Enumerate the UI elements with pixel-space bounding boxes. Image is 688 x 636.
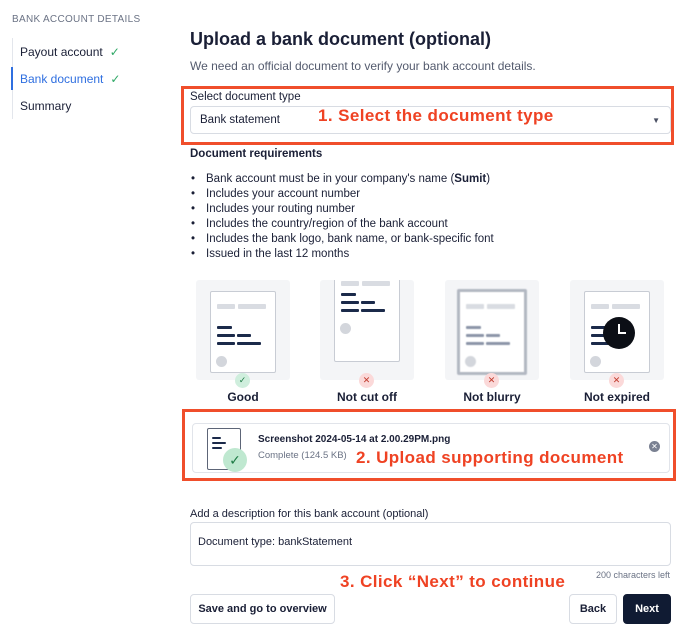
requirement-item: Includes your account number bbox=[190, 187, 494, 202]
requirement-text: Includes your account number bbox=[206, 188, 361, 200]
save-and-overview-button[interactable]: Save and go to overview bbox=[190, 594, 335, 624]
remove-file-icon[interactable]: ✕ bbox=[649, 441, 660, 452]
clock-icon bbox=[603, 317, 635, 349]
document-illustration bbox=[320, 280, 414, 380]
document-illustration bbox=[196, 280, 290, 380]
close-icon: ✕ bbox=[359, 373, 374, 388]
sidebar-item-label: Bank document bbox=[20, 71, 104, 86]
requirements-list: Bank account must be in your company's n… bbox=[190, 172, 494, 262]
example-not-cut-off: ✕ Not cut off bbox=[320, 280, 414, 404]
sidebar-nav: Payout account ✓ Bank document ✓ Summary bbox=[11, 38, 162, 119]
file-status: Complete (124.5 KB) bbox=[258, 450, 347, 461]
checkmark-icon: ✓ bbox=[109, 44, 120, 59]
annotation-step3: 3. Click “Next” to continue bbox=[340, 572, 566, 591]
annotation-step2: 2. Upload supporting document bbox=[356, 448, 624, 467]
checkmark-icon: ✓ bbox=[235, 373, 250, 388]
next-button[interactable]: Next bbox=[623, 594, 671, 624]
annotation-step1: 1. Select the document type bbox=[318, 106, 554, 125]
page-title: Upload a bank document (optional) bbox=[190, 29, 491, 49]
requirements-title: Document requirements bbox=[190, 148, 323, 160]
example-label: Not expired bbox=[583, 390, 650, 404]
sidebar-item-payout-account[interactable]: Payout account ✓ bbox=[13, 38, 162, 65]
sidebar-item-label: Payout account bbox=[20, 44, 103, 59]
file-name: Screenshot 2024-05-14 at 2.00.29PM.png bbox=[258, 434, 451, 445]
sidebar-item-label: Summary bbox=[20, 98, 72, 113]
upload-complete-icon: ✓ bbox=[223, 448, 247, 472]
requirement-item: Includes your routing number bbox=[190, 202, 494, 217]
requirement-text: Includes the country/region of the bank … bbox=[206, 218, 448, 230]
checkmark-icon: ✓ bbox=[110, 71, 121, 86]
example-not-expired: ✕ Not expired bbox=[570, 280, 664, 404]
sidebar-item-summary[interactable]: Summary bbox=[13, 92, 162, 119]
document-illustration bbox=[570, 280, 664, 380]
document-illustration bbox=[445, 280, 539, 380]
character-count: 200 characters left bbox=[595, 570, 670, 580]
requirement-item: Bank account must be in your company's n… bbox=[190, 172, 494, 187]
requirement-item: Issued in the last 12 months bbox=[190, 247, 494, 262]
example-label: Not cut off bbox=[337, 390, 397, 404]
example-good: ✓ Good bbox=[196, 280, 290, 404]
close-icon: ✕ bbox=[484, 373, 499, 388]
page-subtitle: We need an official document to verify y… bbox=[190, 59, 536, 73]
sidebar-item-bank-document[interactable]: Bank document ✓ bbox=[11, 65, 162, 92]
sidebar-heading: BANK ACCOUNT DETAILS bbox=[12, 14, 141, 25]
document-type-label: Select document type bbox=[190, 91, 301, 103]
example-not-blurry: ✕ Not blurry bbox=[445, 280, 539, 404]
description-textarea[interactable]: Document type: bankStatement bbox=[190, 522, 671, 566]
requirement-text: Bank account must be in your company's n… bbox=[206, 173, 491, 185]
example-label: Good bbox=[227, 390, 259, 404]
description-label: Add a description for this bank account … bbox=[190, 508, 429, 520]
requirement-item: Includes the bank logo, bank name, or ba… bbox=[190, 232, 494, 247]
requirement-text: Includes your routing number bbox=[206, 203, 355, 215]
requirement-item: Includes the country/region of the bank … bbox=[190, 217, 494, 232]
document-type-value: Bank statement bbox=[200, 114, 280, 126]
close-icon: ✕ bbox=[609, 373, 624, 388]
requirement-text: Issued in the last 12 months bbox=[206, 248, 350, 260]
chevron-down-icon: ▼ bbox=[652, 116, 660, 125]
example-label: Not blurry bbox=[463, 390, 521, 404]
requirement-text: Includes the bank logo, bank name, or ba… bbox=[206, 233, 494, 245]
back-button[interactable]: Back bbox=[569, 594, 617, 624]
